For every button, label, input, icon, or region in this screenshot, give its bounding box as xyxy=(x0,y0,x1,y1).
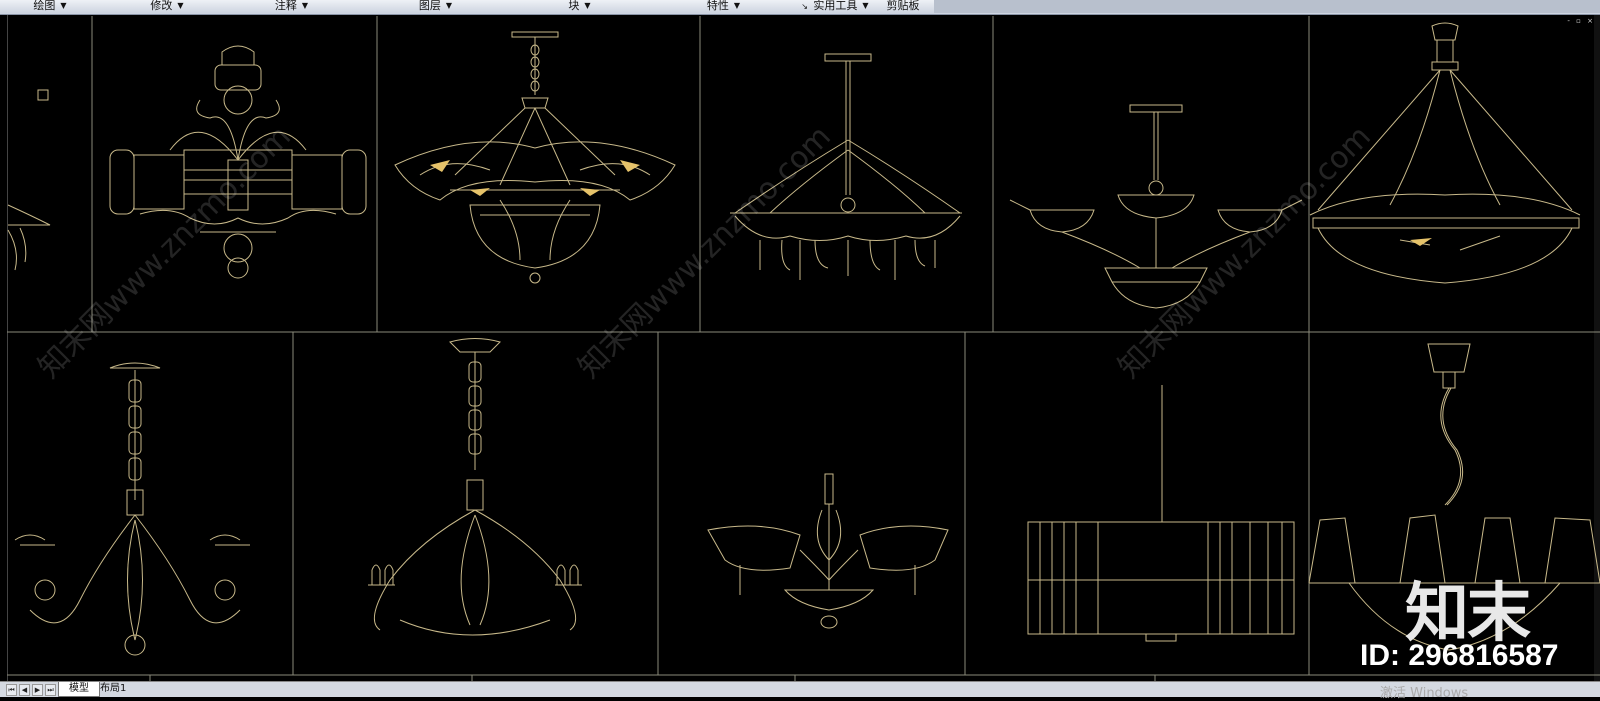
last-tab-icon[interactable]: ⏭ xyxy=(45,684,56,696)
chandelier-9 xyxy=(1027,385,1295,642)
next-tab-icon[interactable]: ▶ xyxy=(32,684,43,696)
first-tab-icon[interactable]: ⏮ xyxy=(6,684,17,696)
windows-activation-notice: 激活 Windows xyxy=(1380,686,1469,701)
layout-tab-bar: ⏮ ◀ ▶ ⏭ 模型 布局1 xyxy=(0,681,1600,697)
chandelier-6 xyxy=(14,362,250,656)
chandelier-partial-left xyxy=(7,89,51,271)
chandelier-8 xyxy=(707,473,949,629)
asset-id-text: ID: 296816587 xyxy=(1360,639,1559,672)
prev-tab-icon[interactable]: ◀ xyxy=(19,684,30,696)
chandelier-2 xyxy=(394,31,676,284)
chandelier-7 xyxy=(368,338,582,636)
tab-layout1[interactable]: 布局1 xyxy=(90,682,136,696)
